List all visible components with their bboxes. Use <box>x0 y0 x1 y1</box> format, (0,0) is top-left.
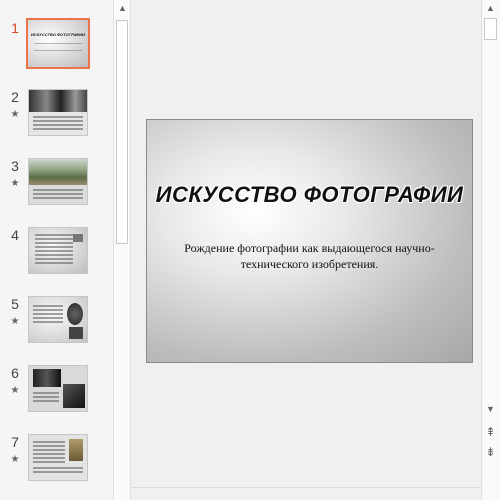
photo-image <box>69 439 83 461</box>
slide-thumbnail-1[interactable]: ИСКУССТВО ФОТОГРАФИИ <box>26 18 90 69</box>
slide-title[interactable]: ИСКУССТВО ФОТОГРАФИИ <box>147 182 472 208</box>
slide-thumbnail-4[interactable] <box>28 227 88 274</box>
animation-star-icon: ★ <box>10 385 20 396</box>
slide-thumbnail-6[interactable] <box>28 365 88 412</box>
scroll-up-arrow-icon[interactable]: ▲ <box>482 0 499 17</box>
slide-number-2: 2 <box>11 89 19 105</box>
photo-image <box>73 234 83 242</box>
scrollbar-thumb[interactable] <box>116 20 128 244</box>
photo-image <box>29 90 87 112</box>
thumbnail-entry-7[interactable]: 7 ★ <box>0 434 113 494</box>
text-lines <box>33 392 59 404</box>
slide-thumbnail-2[interactable] <box>28 89 88 136</box>
photo-image <box>29 159 87 185</box>
scrollbar-thumb[interactable] <box>484 18 497 40</box>
divider <box>131 487 481 488</box>
text-lines <box>33 305 63 325</box>
slide-thumbnail-pane: 1 ИСКУССТВО ФОТОГРАФИИ 2 ★ 3 ★ 4 5 ★ 6 ★… <box>0 0 113 500</box>
slide-subtitle[interactable]: Рождение фотографии как выдающегося науч… <box>177 240 442 272</box>
text-lines <box>33 189 83 201</box>
text-lines <box>33 441 65 465</box>
thumbnail-subtitle-lines <box>34 43 82 51</box>
thumbnail-entry-4[interactable]: 4 <box>0 227 113 287</box>
slide-thumbnail-7[interactable] <box>28 434 88 481</box>
thumbnail-entry-3[interactable]: 3 ★ <box>0 158 113 218</box>
text-lines <box>35 234 73 266</box>
editor-scrollbar[interactable]: ▲ ▼ ⇞ ⇟ <box>481 0 500 500</box>
slide-number-1: 1 <box>11 20 19 36</box>
thumbnail-entry-6[interactable]: 6 ★ <box>0 365 113 425</box>
slide-number-4: 4 <box>11 227 19 243</box>
photo-image <box>63 384 85 408</box>
slide-thumbnail-3[interactable] <box>28 158 88 205</box>
slide-thumbnail-5[interactable] <box>28 296 88 343</box>
text-lines <box>33 116 83 132</box>
thumbnail-entry-2[interactable]: 2 ★ <box>0 89 113 149</box>
previous-slide-icon[interactable]: ⇞ <box>482 424 499 441</box>
next-slide-icon[interactable]: ⇟ <box>482 444 499 461</box>
thumbnail-entry-5[interactable]: 5 ★ <box>0 296 113 356</box>
animation-star-icon: ★ <box>10 178 20 189</box>
thumbnail-entry-1[interactable]: 1 ИСКУССТВО ФОТОГРАФИИ <box>0 18 113 80</box>
photo-image <box>67 303 83 325</box>
thumbnail-scrollbar[interactable]: ▲ <box>113 0 131 500</box>
slide-editor-area: ИСКУССТВО ФОТОГРАФИИ Рождение фотографии… <box>131 0 481 500</box>
animation-star-icon: ★ <box>10 109 20 120</box>
text-lines <box>33 467 83 475</box>
thumbnail-title: ИСКУССТВО ФОТОГРАФИИ <box>30 32 86 37</box>
animation-star-icon: ★ <box>10 454 20 465</box>
slide-number-3: 3 <box>11 158 19 174</box>
photo-image <box>33 369 61 387</box>
scroll-up-arrow-icon[interactable]: ▲ <box>114 0 131 17</box>
slide-number-5: 5 <box>11 296 19 312</box>
scroll-down-arrow-icon[interactable]: ▼ <box>482 401 499 418</box>
slide-canvas[interactable]: ИСКУССТВО ФОТОГРАФИИ Рождение фотографии… <box>146 119 473 363</box>
animation-star-icon: ★ <box>10 316 20 327</box>
photo-image <box>69 327 83 339</box>
slide-number-7: 7 <box>11 434 19 450</box>
slide-number-6: 6 <box>11 365 19 381</box>
